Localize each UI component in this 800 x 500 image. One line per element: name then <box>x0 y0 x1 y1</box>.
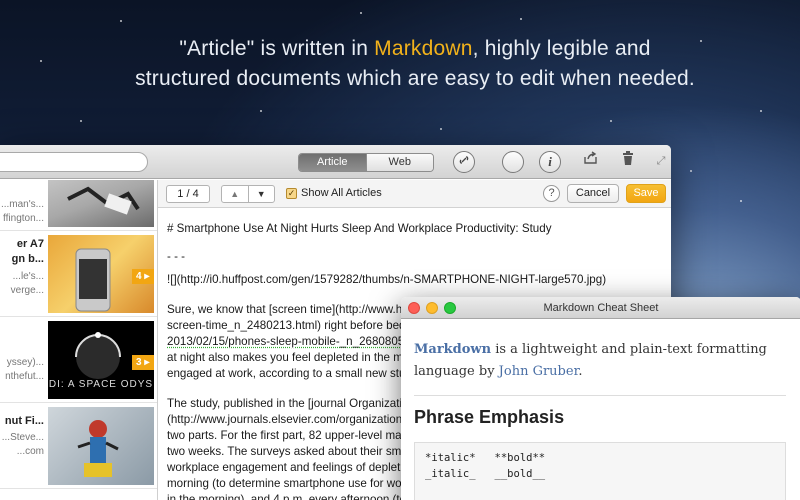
editor-line: # Smartphone Use At Night Hurts Sleep An… <box>167 221 552 237</box>
next-arrow-icon[interactable]: ▼ <box>248 186 275 202</box>
link-icon[interactable] <box>453 151 475 173</box>
window-toolbar: Article Web i ⤢ <box>0 145 671 179</box>
headline-text-2: , highly legible and <box>473 37 651 60</box>
intro-text-2: language by <box>414 364 499 379</box>
editor-line: two weeks. The surveys asked about their… <box>167 444 408 460</box>
intro-text: is a lightweight and plain-text formatti… <box>491 342 767 357</box>
cancel-button[interactable]: Cancel <box>567 184 619 203</box>
article-thumbnail <box>48 407 154 485</box>
info-icon[interactable]: i <box>539 151 561 173</box>
list-item-source-2: ffington... <box>0 212 44 225</box>
list-item[interactable]: nut Fi... ...Steve... ...com <box>0 403 158 489</box>
editor-line: Sure, we know that [screen time](http://… <box>167 302 402 318</box>
page-nav[interactable]: ▲ ▼ <box>221 185 275 203</box>
editor-toolbar: 1 / 4 ▲ ▼ ✓ Show All Articles ? Cancel S… <box>158 180 671 208</box>
cheat-sheet-intro: Markdown is a lightweight and plain-text… <box>414 339 774 383</box>
list-item[interactable]: er A7 gn b... ...le's... verge... 4 ▸ <box>0 231 158 317</box>
help-button[interactable]: ? <box>543 185 560 202</box>
divider <box>414 395 786 396</box>
editor-line: at night also makes you feel depleted in… <box>167 350 403 366</box>
code-line: *italic* **bold** <box>425 452 545 464</box>
list-item-source: ...le's... <box>0 270 44 283</box>
markdown-cheat-sheet-window: Markdown Cheat Sheet Markdown is a light… <box>401 297 800 500</box>
list-item-title-2: gn b... <box>0 252 44 267</box>
cheat-sheet-titlebar: Markdown Cheat Sheet <box>401 297 800 319</box>
list-item-source: ...man's... <box>0 198 44 211</box>
editor-line: engaged at work, according to a small ne… <box>167 366 405 382</box>
section-heading: Phrase Emphasis <box>414 407 564 428</box>
search-input[interactable] <box>0 152 148 172</box>
editor-line: (http://www.journals.elsevier.com/organi… <box>167 412 402 428</box>
zoom-button[interactable] <box>444 302 456 314</box>
code-line: _italic_ __bold__ <box>425 468 545 480</box>
article-thumbnail: DI: A SPACE ODYS 3 ▸ <box>48 321 154 399</box>
list-item-source-2: nthefut... <box>0 370 44 383</box>
editor-line: ![](http://i0.huffpost.com/gen/1579282/t… <box>167 272 606 288</box>
article-thumbnail: 4 ▸ <box>48 235 154 313</box>
badge-count: 4 <box>136 271 142 282</box>
trash-icon[interactable] <box>617 151 639 173</box>
intro-end: . <box>578 364 582 379</box>
show-all-label: Show All Articles <box>301 187 382 199</box>
close-button[interactable] <box>408 302 420 314</box>
author-link[interactable]: John Gruber <box>499 364 579 379</box>
previous-arrow-icon[interactable]: ▲ <box>222 186 248 202</box>
item-count-badge: 3 ▸ <box>132 355 154 370</box>
article-thumbnail <box>48 180 154 227</box>
tab-web[interactable]: Web <box>366 154 434 171</box>
code-example-box: *italic* **bold** _italic_ __bold__ <box>414 442 786 500</box>
cheat-sheet-title: Markdown Cheat Sheet <box>544 302 659 314</box>
marketing-headline: "Article" is written in Markdown, highly… <box>0 34 800 94</box>
item-count-badge: 4 ▸ <box>132 269 154 284</box>
badge-count: 3 <box>136 357 142 368</box>
list-item-title: nut Fi... <box>0 414 44 429</box>
list-item-source-2: verge... <box>0 284 44 297</box>
editor-line: in the morning), and 4 p.m. every aftern… <box>167 492 406 500</box>
list-item-source: ...Steve... <box>0 431 44 444</box>
share-icon[interactable] <box>580 151 602 173</box>
list-item[interactable]: yssey)... nthefut... DI: A SPACE ODYS 3 … <box>0 317 158 403</box>
tab-article[interactable]: Article <box>299 154 366 171</box>
compass-icon[interactable] <box>502 151 524 173</box>
list-item-source: yssey)... <box>0 356 44 369</box>
save-button[interactable]: Save <box>626 184 666 203</box>
editor-line: workplace engagement and feelings of dep… <box>167 460 403 476</box>
editor-line: two parts. For the first part, 82 upper-… <box>167 428 402 444</box>
thumbnail-caption: DI: A SPACE ODYS <box>48 379 154 390</box>
page-indicator[interactable]: 1 / 4 <box>166 185 210 203</box>
markdown-link[interactable]: Markdown <box>414 342 491 357</box>
headline-highlight: Markdown <box>374 37 472 60</box>
list-item-source-2: ...com <box>0 445 44 458</box>
editor-line: 2013/02/15/phones-sleep-mobile-_n_268080… <box>167 334 404 350</box>
editor-line: The study, published in the [journal Org… <box>167 396 402 412</box>
minimize-button[interactable] <box>426 302 438 314</box>
list-item-title: er A7 <box>0 237 44 252</box>
list-item[interactable]: ...man's... ffington... <box>0 180 158 231</box>
editor-line: screen-time_n_2480213.html) right before… <box>167 318 405 334</box>
headline-text-1: "Article" is written in <box>179 37 374 60</box>
headline-line-2: structured documents which are easy to e… <box>0 64 800 94</box>
article-list: ...man's... ffington... er A7 gn b... ..… <box>0 180 158 500</box>
editor-line: - - - <box>167 249 185 265</box>
editor-line: morning (to determine smartphone use for… <box>167 476 402 492</box>
show-all-checkbox[interactable]: ✓ <box>286 188 297 199</box>
fullscreen-icon[interactable]: ⤢ <box>650 151 671 173</box>
view-segmented-control[interactable]: Article Web <box>298 153 434 172</box>
